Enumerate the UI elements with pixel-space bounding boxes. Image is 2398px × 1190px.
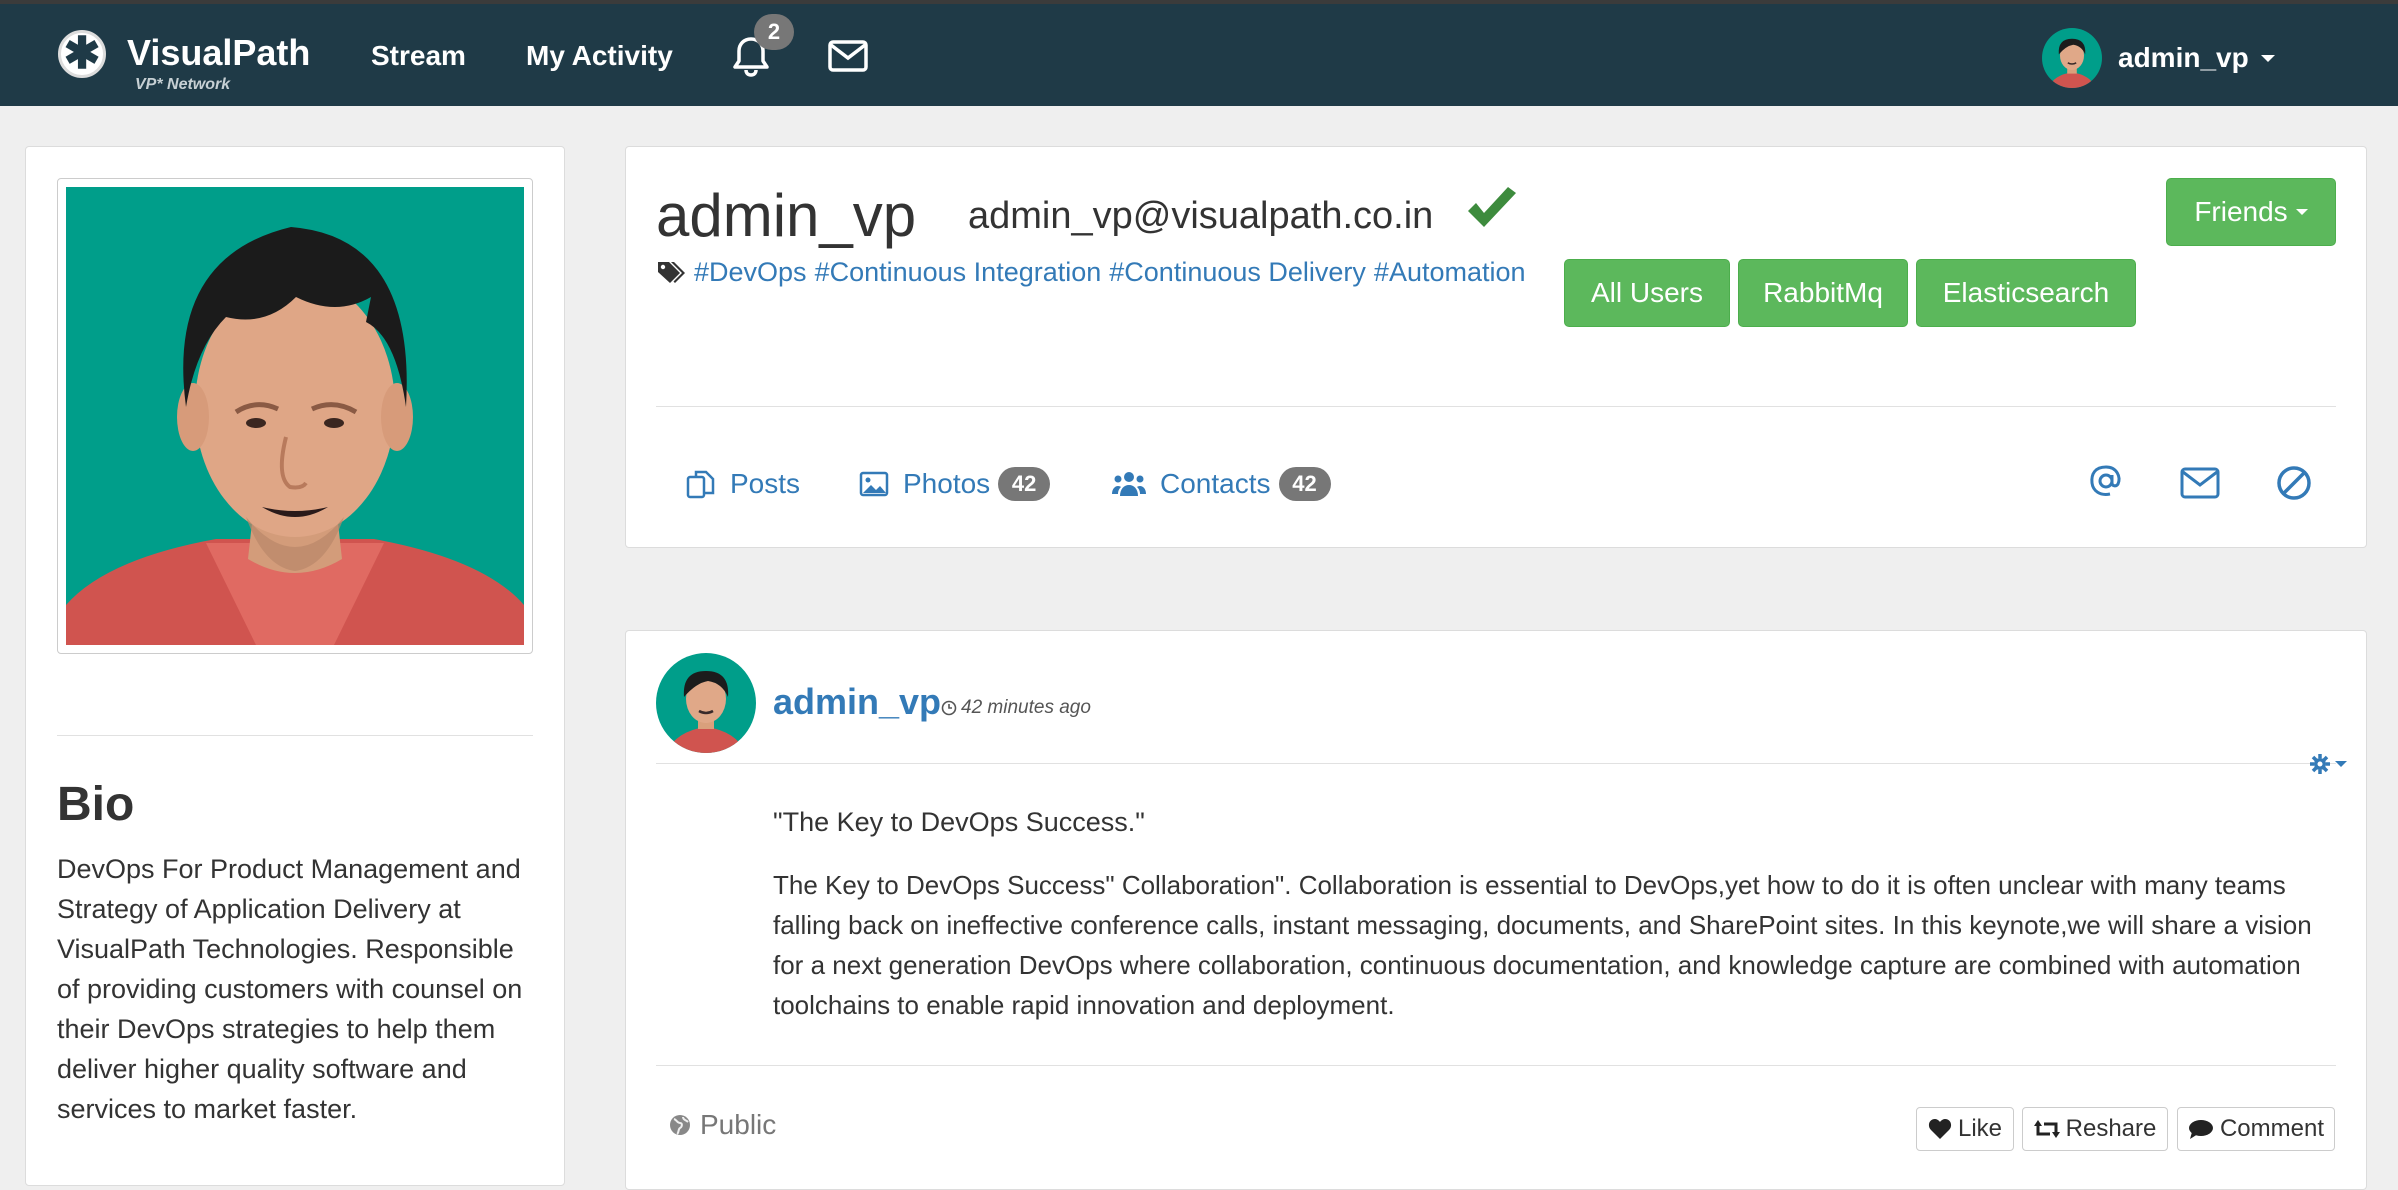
tag-link[interactable]: #DevOps	[694, 257, 807, 288]
profile-sidebar: Bio DevOps For Product Management and St…	[25, 146, 565, 1186]
post-visibility: Public	[668, 1109, 776, 1141]
profile-portrait	[57, 178, 533, 654]
post-title: "The Key to DevOps Success."	[773, 807, 1145, 837]
retweet-icon	[2033, 1120, 2060, 1138]
bio-heading: Bio	[57, 778, 135, 831]
tab-posts[interactable]: Posts	[686, 463, 800, 505]
like-label: Like	[1957, 1115, 2003, 1142]
tags-icon	[658, 261, 685, 283]
portrait-image	[66, 187, 524, 645]
post-header-divider	[656, 763, 2336, 764]
users-icon	[1112, 472, 1146, 496]
tab-label: Posts	[730, 468, 801, 499]
post-footer-divider	[656, 1065, 2336, 1066]
profile-divider	[656, 406, 2336, 407]
reshare-button[interactable]: Reshare	[2022, 1107, 2168, 1151]
profile-tags: #DevOps #Continuous Integration #Continu…	[656, 257, 1526, 288]
friends-label: Friends	[2194, 196, 2288, 227]
brand-tagline: VP* Network	[135, 76, 231, 93]
group-rabbitmq-button[interactable]: RabbitMq	[1738, 259, 1908, 327]
chevron-down-icon	[2335, 761, 2347, 767]
at-mention-icon[interactable]	[2088, 463, 2124, 504]
image-icon	[859, 471, 889, 497]
photos-count-badge: 42	[998, 467, 1051, 501]
tab-contacts[interactable]: Contacts 42	[1112, 463, 1331, 505]
tab-label: Photos	[903, 468, 991, 499]
post-timestamp: 42 minutes ago	[941, 697, 1091, 719]
gear-icon	[2310, 754, 2330, 774]
tag-link[interactable]: #Continuous Integration	[815, 257, 1102, 288]
copy-icon	[686, 470, 715, 499]
profile-header-card: admin_vp admin_vp@visualpath.co.in #DevO…	[625, 146, 2367, 548]
chevron-down-icon	[2295, 209, 2308, 215]
brand-name[interactable]: VisualPath	[127, 32, 310, 74]
reshare-label: Reshare	[2065, 1115, 2157, 1142]
profile-email: admin_vp@visualpath.co.in	[968, 195, 1434, 237]
top-navbar: ✱ VisualPath VP* Network Stream My Activ…	[0, 4, 2398, 106]
comment-icon	[2188, 1120, 2213, 1139]
bio-text: DevOps For Product Management and Strate…	[57, 854, 523, 1124]
user-avatar	[2042, 28, 2102, 88]
sidebar-divider	[57, 735, 533, 736]
nav-stream-link[interactable]: Stream	[371, 40, 466, 72]
like-button[interactable]: Like	[1916, 1107, 2014, 1151]
brand-logo-icon[interactable]: ✱	[58, 30, 106, 78]
verified-check-icon	[1464, 185, 1520, 238]
post-body: The Key to DevOps Success" Collaboration…	[773, 870, 2312, 1020]
post-settings-dropdown[interactable]	[2309, 753, 2347, 775]
contacts-count-badge: 42	[1278, 467, 1331, 501]
user-name: admin_vp	[2118, 42, 2249, 73]
group-elasticsearch-button[interactable]: Elasticsearch	[1916, 259, 2136, 327]
notification-count-badge: 2	[754, 14, 794, 50]
post-card: admin_vp 42 minutes ago "The Key to DevO…	[625, 630, 2367, 1190]
profile-name: admin_vp	[656, 182, 917, 249]
tag-link[interactable]: #Automation	[1374, 257, 1526, 288]
tag-link[interactable]: #Continuous Delivery	[1109, 257, 1366, 288]
user-menu-dropdown[interactable]: admin_vp	[2042, 26, 2275, 90]
block-icon[interactable]	[2276, 465, 2312, 506]
envelope-icon[interactable]	[2180, 467, 2220, 504]
heart-icon	[1928, 1119, 1952, 1139]
visibility-label: Public	[700, 1109, 777, 1140]
post-author-avatar[interactable]	[656, 653, 756, 753]
nav-my-activity-link[interactable]: My Activity	[526, 40, 673, 72]
comment-label: Comment	[2219, 1115, 2324, 1142]
envelope-icon[interactable]	[828, 40, 868, 77]
tab-label: Contacts	[1160, 468, 1271, 499]
group-all-users-button[interactable]: All Users	[1564, 259, 1730, 327]
clock-icon	[941, 700, 957, 716]
post-time-text: 42 minutes ago	[961, 697, 1091, 718]
globe-icon	[670, 1115, 690, 1135]
tab-photos[interactable]: Photos 42	[859, 463, 1051, 505]
chevron-down-icon	[2260, 54, 2275, 62]
post-author-link[interactable]: admin_vp	[773, 681, 941, 723]
comment-button[interactable]: Comment	[2177, 1107, 2335, 1151]
friends-dropdown-button[interactable]: Friends	[2166, 178, 2336, 246]
